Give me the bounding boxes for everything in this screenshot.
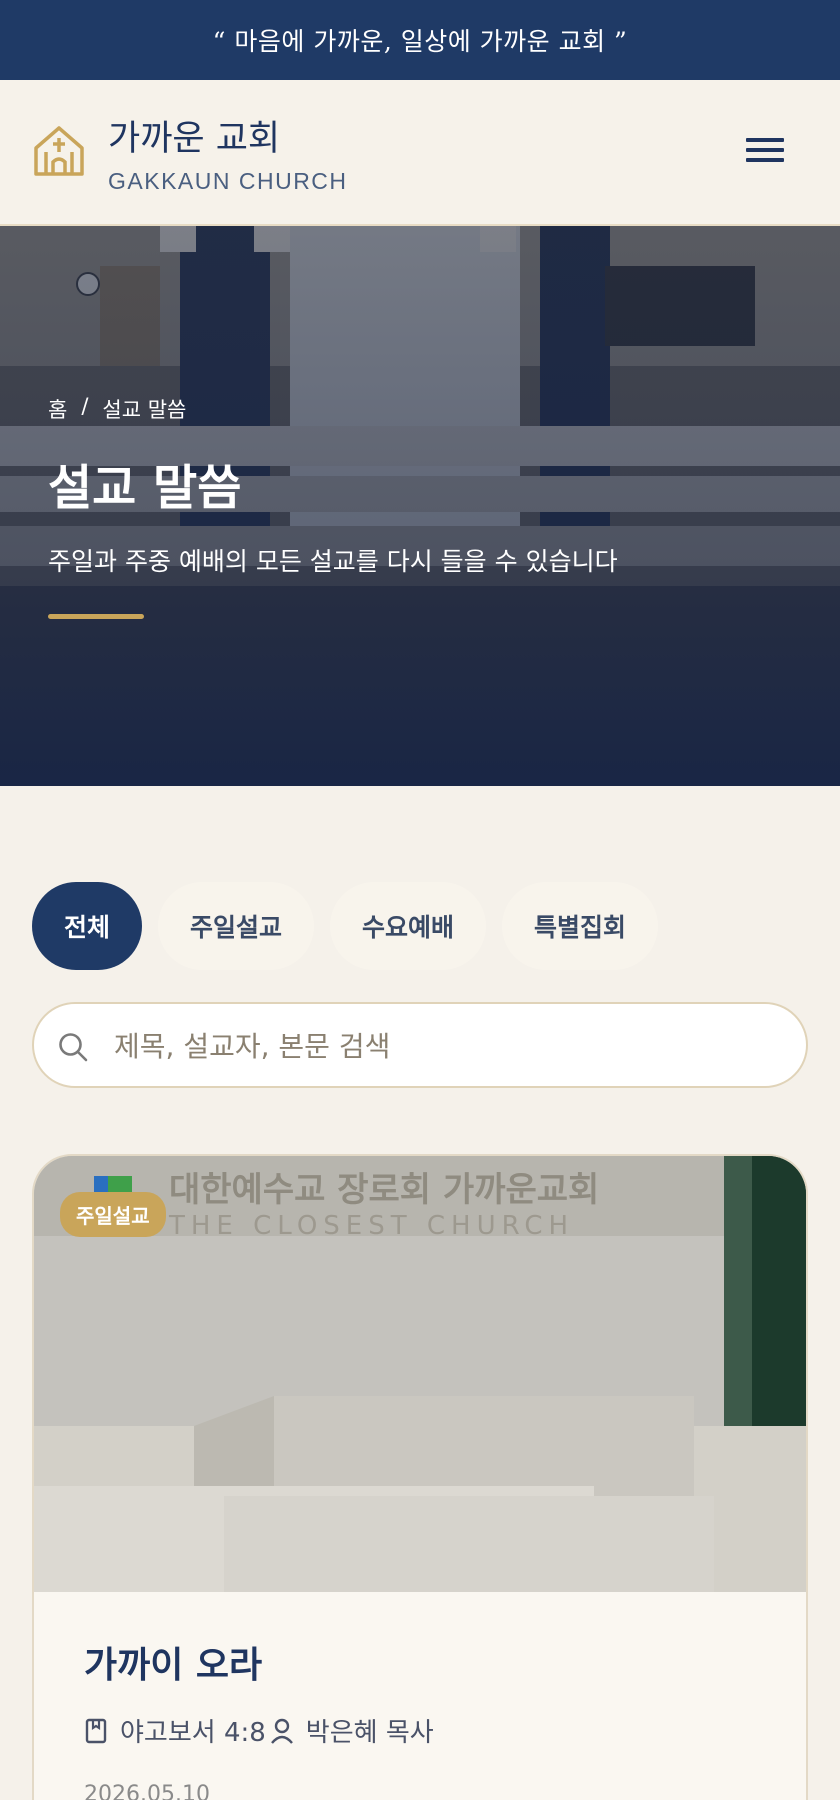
breadcrumb-separator: / [81, 394, 89, 418]
search-icon [59, 1033, 88, 1062]
church-name[interactable]: 가까운 교회 [108, 110, 280, 161]
breadcrumb-current: 설교 말씀 [102, 398, 187, 422]
filter-wednesday-service[interactable]: 수요예배 [330, 882, 487, 970]
filter-sunday-sermon[interactable]: 주일설교 [158, 882, 315, 970]
page-title: 설교 말씀 [48, 460, 242, 516]
church-icon[interactable] [32, 124, 86, 178]
category-badge: 주일설교 [60, 1192, 166, 1237]
filter-special-meeting[interactable]: 특별집회 [502, 882, 659, 970]
announcement-bar: “ 마음에 가까운, 일상에 가까운 교회 ” [0, 0, 840, 80]
sermon-date: 2026.05.10 [84, 1782, 210, 1800]
breadcrumb-home[interactable]: 홈 [48, 394, 67, 424]
sermon-title[interactable]: 가까이 오라 [84, 1636, 262, 1688]
site-header: 가까운 교회 GAKKAUN CHURCH [0, 80, 840, 226]
bible-icon [85, 1718, 107, 1743]
title-underline [48, 614, 144, 619]
sermon-meta: 야고보서 4:8 박은혜 목사 [84, 1712, 434, 1749]
sermon-scripture: 야고보서 4:8 [120, 1718, 266, 1748]
sermon-preacher: 박은혜 목사 [305, 1718, 434, 1748]
user-icon [270, 1718, 293, 1744]
filter-all[interactable]: 전체 [32, 882, 143, 970]
sign-english: THE CLOSEST CHURCH [168, 1211, 574, 1241]
search-box [32, 1002, 808, 1088]
church-name-english: GAKKAUN CHURCH [108, 168, 348, 194]
search-input[interactable] [114, 1020, 774, 1072]
hamburger-icon[interactable] [740, 132, 790, 170]
page-description: 주일과 주중 예배의 모든 설교를 다시 들을 수 있습니다 [48, 547, 618, 576]
sign-korean: 대한예수교 장로회 가까운교회 [169, 1170, 599, 1210]
category-filters: 전체 주일설교 수요예배 특별집회 [32, 882, 659, 970]
sermon-card[interactable]: 대한예수교 장로회 가까운교회 THE CLOSEST CHURCH 주일설교 … [32, 1154, 808, 1800]
church-motto: “ 마음에 가까운, 일상에 가까운 교회 ” [212, 27, 628, 56]
page-hero: 홈 / 설교 말씀 설교 말씀 주일과 주중 예배의 모든 설교를 다시 들을 … [0, 226, 840, 786]
breadcrumb: 홈 / 설교 말씀 [48, 394, 186, 424]
